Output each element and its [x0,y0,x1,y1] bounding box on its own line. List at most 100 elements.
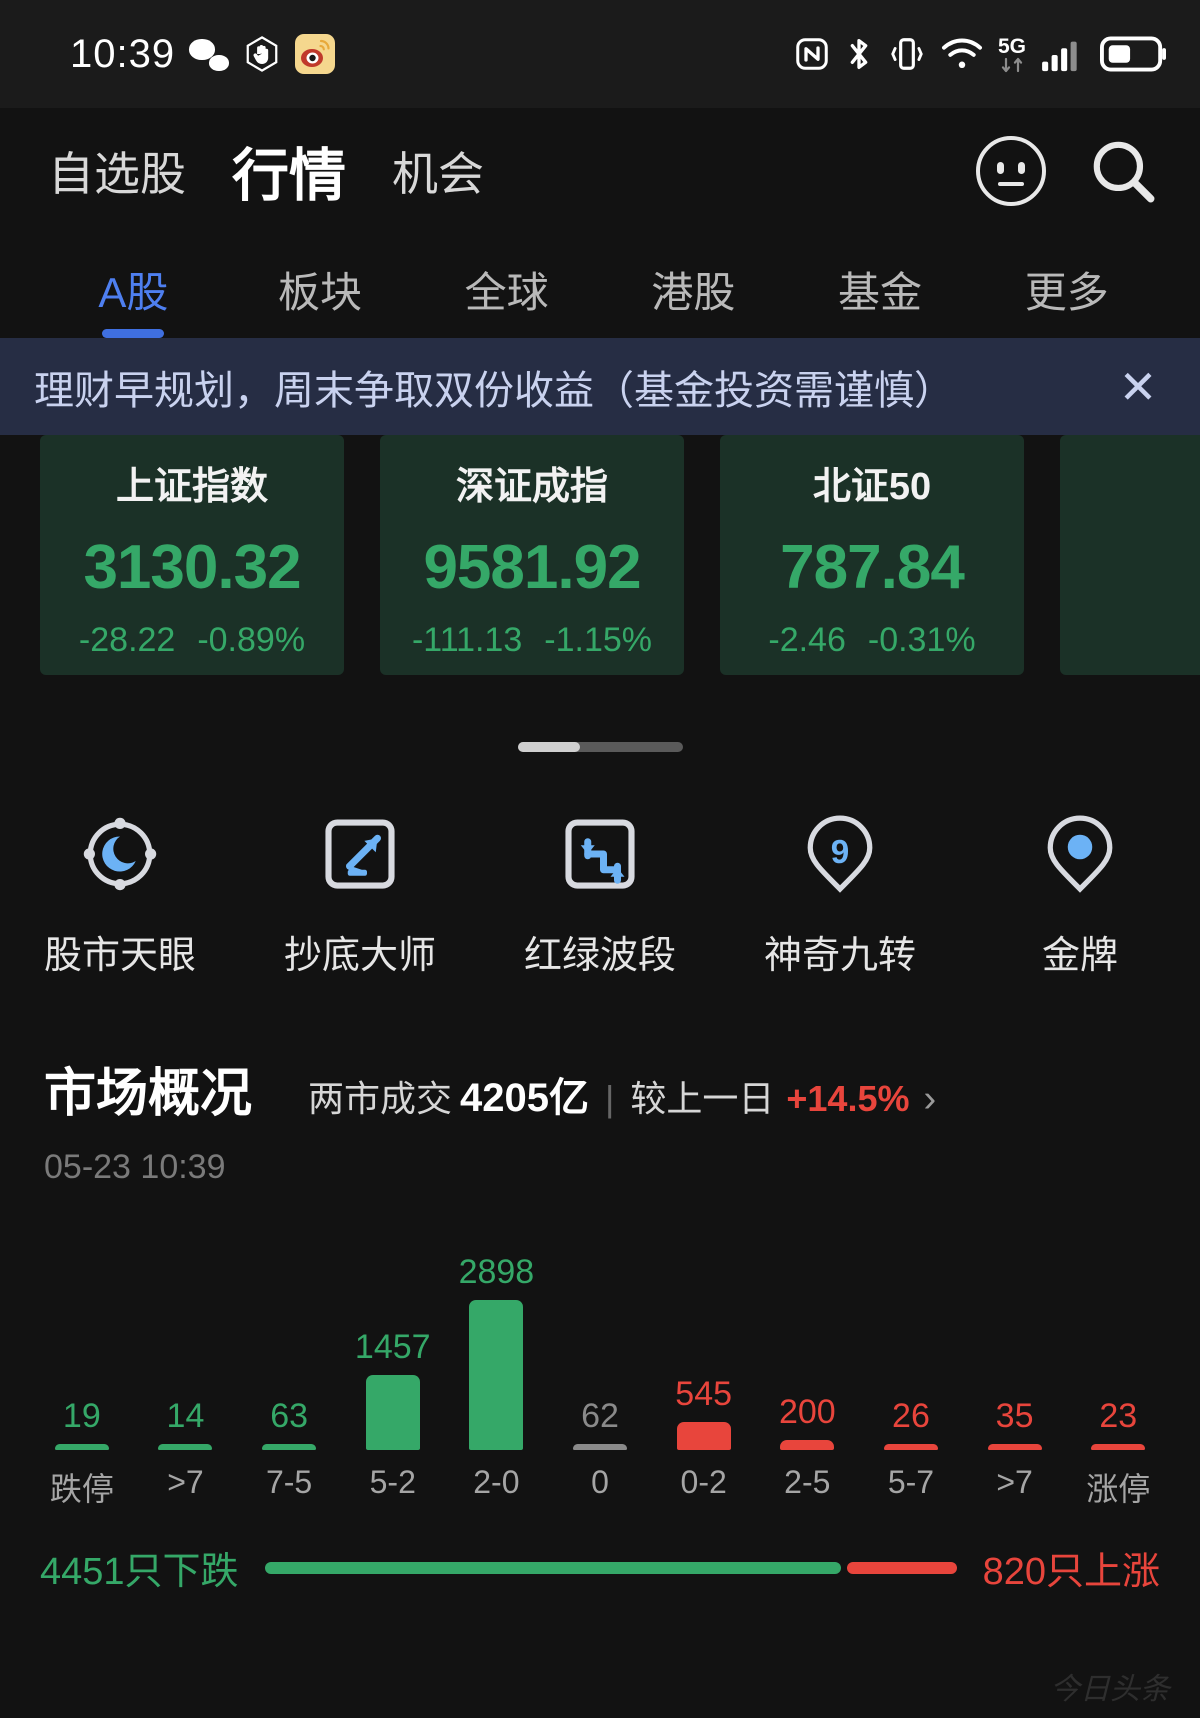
category-tabs: A股 板块 全球 港股 基金 更多 [0,233,1200,338]
chart-bar-column: 23 [1066,1397,1170,1450]
market-overview-timestamp: 05-23 10:39 [44,1148,226,1186]
chart-bar [987,1444,1042,1450]
chart-bar [676,1422,731,1450]
search-icon[interactable] [1086,134,1160,208]
chart-bar [365,1375,420,1450]
chart-bar-column: 545 [652,1375,756,1450]
market-breadth-summary: 4451只下跌 820只上涨 [0,1510,1200,1595]
chart-bar [780,1440,835,1450]
tab-global[interactable]: 全球 [413,259,600,338]
chart-bar-column: 1457 [341,1328,445,1450]
top-nav: 自选股 行情 机会 [0,108,1200,233]
advancers-count: 820只上涨 [982,1551,1160,1593]
function-gold-medal[interactable]: 金牌 [960,812,1200,979]
index-value: 3130.32 [83,533,301,602]
chart-x-labels: 跌停 >7 7-5 5-2 2-0 0 0-2 2-5 5-7 >7 涨停 [30,1464,1170,1510]
chart-bar-value: 19 [62,1397,101,1435]
chart-bar [262,1444,317,1450]
chart-bar [158,1444,213,1450]
chart-bar-column: 35 [963,1397,1067,1450]
tab-more[interactable]: 更多 [973,259,1160,338]
emoji-face-icon[interactable] [976,135,1046,206]
status-bar-right: 5G [794,34,1166,74]
decliners-count: 4451只下跌 [40,1551,239,1593]
network-type: 5G [998,36,1026,73]
function-stock-eye[interactable]: 股市天眼 [0,812,240,979]
close-icon[interactable]: ✕ [1108,360,1168,414]
index-name: 上证指数 [115,466,268,508]
function-label: 金牌 [1041,935,1118,977]
function-label: 抄底大师 [283,935,436,977]
nav-item-opportunity[interactable]: 机会 [392,138,484,204]
index-card[interactable]: 上证指数 3130.32 -28.22 -0.89% [40,435,344,675]
nav-icon-group [976,134,1160,208]
chart-x-label: 5-7 [887,1464,935,1500]
compass-eye-icon [78,812,162,896]
wifi-icon [942,38,982,69]
function-bottom-fishing[interactable]: 抄底大师 [240,812,480,979]
nav-item-quotes[interactable]: 行情 [232,130,346,212]
tab-label: 基金 [838,269,923,316]
function-label: 股市天眼 [43,935,196,977]
chart-x-label: 跌停 [49,1471,114,1507]
chart-bar-column: 62 [548,1397,652,1450]
chart-bar-value: 35 [995,1397,1034,1435]
nav-item-watchlist[interactable]: 自选股 [48,138,186,204]
down-arrow-box-icon [318,812,402,896]
chart-bar [573,1444,628,1450]
index-card-carousel[interactable]: 上证指数 3130.32 -28.22 -0.89% 深证成指 9581.92 … [0,435,1200,718]
function-magic-nine[interactable]: 9 神奇九转 [720,812,960,979]
chevron-right-icon[interactable]: › [924,1078,937,1121]
index-card-list: 上证指数 3130.32 -28.22 -0.89% 深证成指 9581.92 … [0,435,1200,675]
tab-hk-stocks[interactable]: 港股 [600,259,787,338]
chart-bar-column: 19 [30,1397,134,1450]
index-card-partial[interactable] [1060,435,1200,675]
tab-label: 港股 [651,269,736,316]
tab-label: A股 [98,269,169,316]
index-card[interactable]: 北证50 787.84 -2.46 -0.31% [720,435,1024,675]
tab-a-shares[interactable]: A股 [40,259,227,338]
chart-bars: 19 14 63 1457 2898 62 545 200 26 35 23 [30,1215,1170,1450]
chart-x-label: 2-5 [784,1464,831,1500]
vibrate-icon [891,38,923,70]
battery-icon [1100,36,1166,72]
carousel-thumb[interactable] [517,742,580,752]
compare-value: +14.5% [786,1078,910,1119]
carousel-pager[interactable] [0,742,1200,752]
index-delta: -2.46 -0.31% [768,621,975,660]
chart-bar-value: 14 [166,1397,205,1435]
status-bar-left: 10:39 [70,32,336,77]
chart-bar-column: 2898 [445,1253,549,1450]
status-bar: 10:39 5G [0,0,1200,108]
signal-icon [1042,41,1077,72]
carousel-track [517,742,683,752]
chart-bar-column: 14 [134,1397,238,1450]
index-name: 深证成指 [455,466,608,508]
chart-bar-value: 545 [675,1375,733,1413]
chart-x-label: >7 [996,1464,1033,1500]
chart-bar-value: 26 [892,1397,930,1435]
page-title: 市场概况 [44,1065,253,1123]
watermark: 今日头条 [1050,1673,1170,1706]
market-overview-meta[interactable]: 两市成交 4205亿 | 较上一日 +14.5% › [308,1065,936,1123]
function-shortcut-row: 股市天眼 抄底大师 红绿波段 9 神奇九转 金牌 [0,752,1200,979]
chart-x-label: 涨停 [1086,1471,1151,1507]
index-card[interactable]: 深证成指 9581.92 -111.13 -1.15% [380,435,684,675]
tab-funds[interactable]: 基金 [787,259,974,338]
tab-label: 更多 [1024,269,1109,316]
app-screen: 10:39 5G 自选股 行情 机会 A股 板块 全球 港股 基金 更多 理财早… [0,0,1200,1718]
index-percent: -1.15% [544,621,652,659]
wechat-icon [189,37,230,71]
market-overview-header: 市场概况 两市成交 4205亿 | 较上一日 +14.5% › [0,979,1200,1126]
index-value: 787.84 [780,533,965,602]
promo-banner[interactable]: 理财早规划，周末争取双份收益（基金投资需谨慎） ✕ [0,338,1200,435]
index-change: -111.13 [411,621,523,659]
chart-x-label: 0 [591,1464,609,1500]
function-red-green-band[interactable]: 红绿波段 [480,812,720,979]
chart-x-label: 5-2 [369,1464,416,1500]
chart-bar-value: 63 [270,1397,309,1435]
index-value: 9581.92 [423,533,641,602]
chart-x-label: 7-5 [265,1464,313,1500]
medal-pin-icon [1038,812,1122,896]
tab-sectors[interactable]: 板块 [227,259,414,338]
